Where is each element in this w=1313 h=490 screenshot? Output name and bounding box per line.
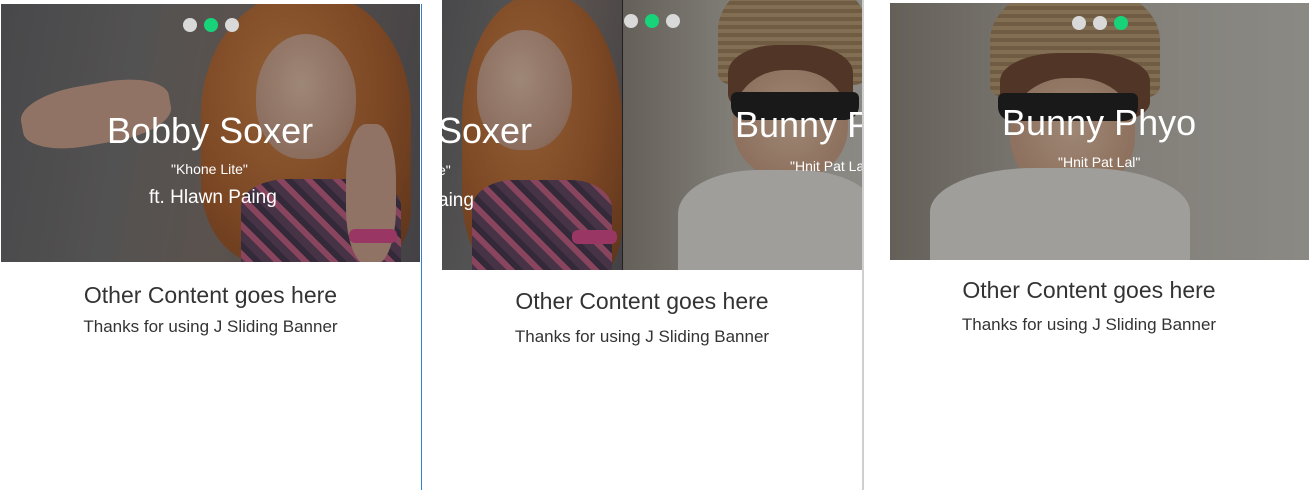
slide-featuring: aing [442,190,474,211]
slide-song-title: "Hnit Pat La [790,158,862,174]
slide-dot-active[interactable] [1114,16,1128,30]
slide-dot[interactable] [225,18,239,32]
content-subtitle: Thanks for using J Sliding Banner [83,317,338,336]
content-title: Other Content goes here [515,288,769,314]
slide-dot[interactable] [183,18,197,32]
demo-panel-1: Bobby Soxer "Khone Lite" ft. Hlawn Paing… [0,4,422,490]
demo-panel-3: Bunny Phyo "Hnit Pat Lal" Other Content … [863,0,1313,490]
slide-artist-title: Bunny Phyo [1002,102,1197,143]
slide-indicator [1072,16,1128,30]
slide-dot[interactable] [666,14,680,28]
content-subtitle: Thanks for using J Sliding Banner [961,315,1217,334]
content-title: Other Content goes here [962,277,1216,303]
demo-panel-2: Soxer e" aing Bunny P "Hnit Pat La Other… [422,0,863,490]
content-title: Other Content goes here [83,282,338,308]
slide-song-title: "Hnit Pat Lal" [1058,154,1141,170]
sliding-banner[interactable]: Bunny Phyo "Hnit Pat Lal" [890,3,1309,260]
slide-artist-title: Bobby Soxer [107,110,314,151]
slide-artist-title: Soxer [442,110,533,151]
slide-dot[interactable] [1072,16,1086,30]
content-subtitle: Thanks for using J Sliding Banner [514,327,770,346]
slide-artist-title: Bunny P [735,104,862,145]
slide-indicator [624,14,680,28]
slide-dot-active[interactable] [204,18,218,32]
slide-dot[interactable] [624,14,638,28]
slide-indicator [183,18,239,32]
slide-dot-active[interactable] [645,14,659,28]
sliding-banner[interactable]: Bobby Soxer "Khone Lite" ft. Hlawn Paing [1,4,420,262]
sliding-banner[interactable]: Soxer e" aing Bunny P "Hnit Pat La [442,0,862,270]
slide-song-title: e" [442,162,451,178]
slide-featuring: ft. Hlawn Paing [149,187,277,208]
slide-dot[interactable] [1093,16,1107,30]
slide-song-title: "Khone Lite" [171,161,248,177]
